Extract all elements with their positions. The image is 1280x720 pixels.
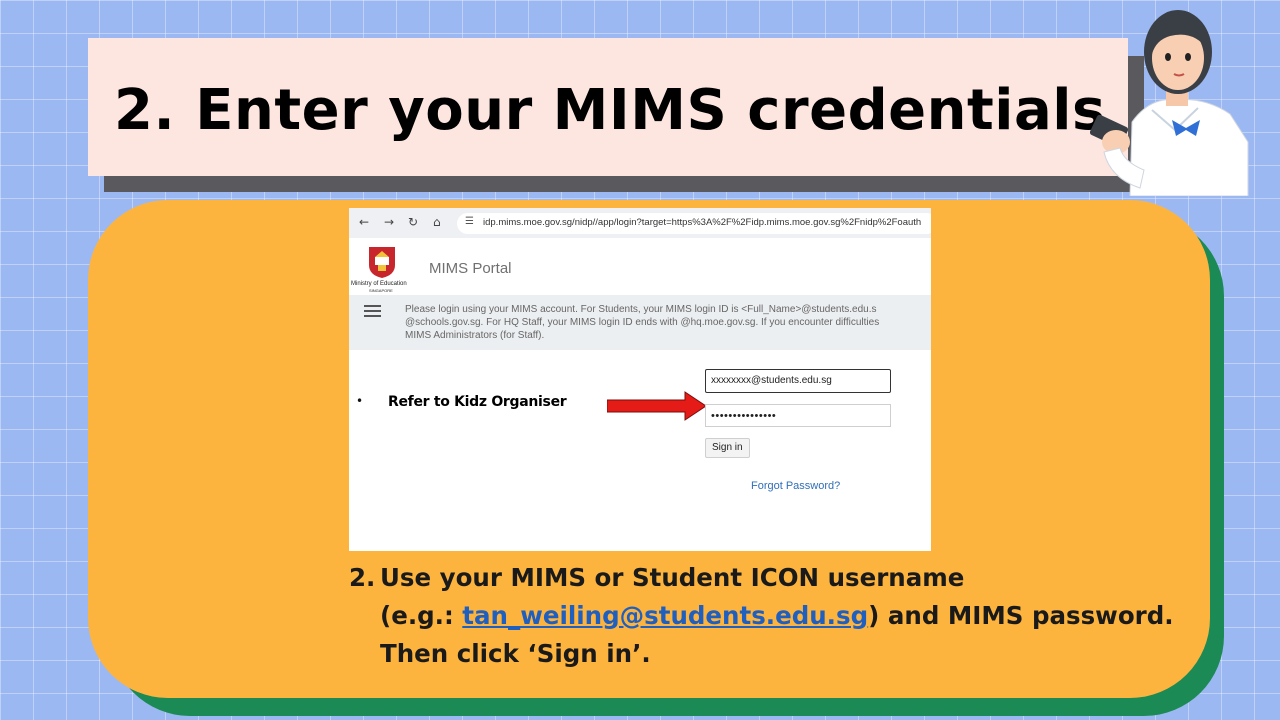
example-username-link[interactable]: tan_weiling@students.edu.sg xyxy=(462,601,868,630)
notice-line: MIMS Administrators (for Staff). xyxy=(405,330,545,341)
password-input[interactable]: ••••••••••••••• xyxy=(705,404,891,427)
address-bar-url: idp.mims.moe.gov.sg/nidp//app/login?targ… xyxy=(483,217,922,228)
example-suffix: ) and MIMS password. xyxy=(868,601,1174,630)
site-info-icon[interactable]: ☰ xyxy=(465,216,474,227)
home-icon[interactable]: ⌂ xyxy=(433,215,441,229)
student-avatar-illustration xyxy=(1090,10,1249,196)
moe-org-sub: SINGAPORE xyxy=(369,288,393,293)
step-line-3: Then click ‘Sign in’. xyxy=(380,639,651,668)
portal-name: MIMS Portal xyxy=(429,260,512,277)
sign-in-button[interactable]: Sign in xyxy=(705,438,750,458)
login-notice: Please login using your MIMS account. Fo… xyxy=(405,303,931,342)
step-line-2: (e.g.: tan_weiling@students.edu.sg) and … xyxy=(380,597,1174,635)
forward-icon[interactable]: → xyxy=(384,215,394,229)
back-icon[interactable]: ← xyxy=(359,215,369,229)
reload-icon[interactable]: ↻ xyxy=(408,215,418,229)
callout-bullet: • xyxy=(356,394,364,408)
browser-toolbar: ← → ↻ ⌂ ☰ idp.mims.moe.gov.sg/nidp//app/… xyxy=(349,208,931,238)
login-notice-bar: Please login using your MIMS account. Fo… xyxy=(349,295,931,350)
moe-org-name: Ministry of Education xyxy=(351,281,407,287)
slide-title: 2. Enter your MIMS credentials xyxy=(114,78,1106,143)
notice-line: @schools.gov.sg. For HQ Staff, your MIMS… xyxy=(405,317,880,328)
red-arrow-icon xyxy=(607,391,707,421)
step-line-1: Use your MIMS or Student ICON username xyxy=(380,563,965,592)
step-number: 2. xyxy=(349,563,376,592)
notice-line: Please login using your MIMS account. Fo… xyxy=(405,304,877,315)
forgot-password-link[interactable]: Forgot Password? xyxy=(751,480,840,492)
menu-icon[interactable] xyxy=(364,305,381,317)
example-prefix: (e.g.: xyxy=(380,601,463,630)
title-banner: 2. Enter your MIMS credentials xyxy=(88,38,1128,176)
browser-screenshot: ← → ↻ ⌂ ☰ idp.mims.moe.gov.sg/nidp//app/… xyxy=(349,208,931,551)
moe-crest-logo xyxy=(369,247,395,278)
step-text: Use your MIMS or Student ICON username (… xyxy=(380,559,1174,673)
username-input[interactable]: xxxxxxxx@students.edu.sg xyxy=(705,369,891,393)
callout-text: Refer to Kidz Organiser xyxy=(388,394,567,410)
